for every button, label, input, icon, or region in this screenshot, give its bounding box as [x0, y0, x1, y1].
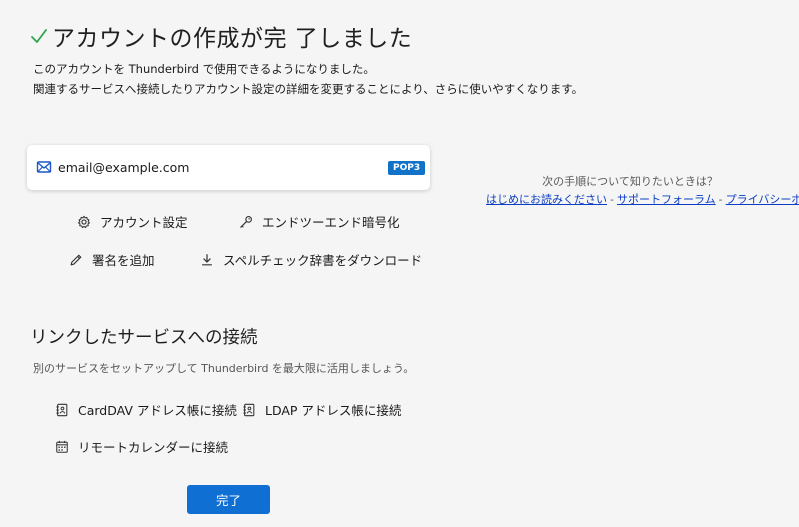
connect-ldap-button[interactable]: LDAP アドレス帳に接続 [242, 400, 401, 419]
help-links: はじめにお読みください-サポートフォーラム-プライバシーポリシー [486, 191, 799, 207]
linked-services-description: 別のサービスをセットアップして Thunderbird を最大限に活用しましょう… [33, 362, 415, 375]
account-settings-button[interactable]: アカウント設定 [77, 212, 188, 231]
help-question: 次の手順について知りたいときは？ [542, 175, 718, 188]
account-settings-label: アカウント設定 [100, 215, 188, 230]
subtitle-line-2: 関連するサービスへ接続したりアカウント設定の詳細を変更することにより、さらに使い… [33, 82, 584, 96]
connect-carddav-button[interactable]: CardDAV アドレス帳に接続 [55, 400, 237, 419]
page-header: アカウントの作成が完 了しました [30, 19, 412, 53]
connect-ldap-label: LDAP アドレス帳に接続 [265, 403, 402, 418]
done-button[interactable]: 完了 [187, 485, 270, 514]
add-signature-button[interactable]: 署名を追加 [69, 250, 155, 269]
support-forum-link[interactable]: サポートフォーラム [617, 193, 716, 206]
download-dictionary-label: スペルチェック辞書をダウンロード [223, 253, 423, 268]
download-dictionary-button[interactable]: スペルチェック辞書をダウンロード [200, 250, 422, 269]
linked-services-heading: リンクしたサービスへの接続 [30, 328, 258, 348]
address-book-icon [56, 403, 68, 416]
getting-started-link[interactable]: はじめにお読みください [486, 193, 607, 206]
account-email: email@example.com [58, 160, 190, 175]
e2e-encryption-label: エンドツーエンド暗号化 [262, 215, 400, 230]
link-separator: - [610, 193, 614, 206]
add-signature-label: 署名を追加 [92, 253, 155, 268]
connect-carddav-label: CardDAV アドレス帳に接続 [78, 403, 237, 418]
mail-icon [36, 161, 52, 173]
calendar-icon [56, 440, 68, 453]
e2e-encryption-button[interactable]: エンドツーエンド暗号化 [239, 212, 400, 231]
page-title: アカウントの作成が完 了しました [52, 26, 413, 52]
gear-icon [77, 215, 91, 228]
privacy-policy-link[interactable]: プライバシーポリシー [726, 193, 799, 206]
account-card: email@example.com POP3 [27, 145, 430, 190]
pencil-icon [70, 254, 82, 265]
address-book-icon [243, 403, 255, 416]
checkmark-icon [31, 29, 47, 43]
download-icon [202, 253, 212, 265]
link-separator: - [718, 193, 723, 206]
connect-calendar-label: リモートカレンダーに接続 [78, 440, 229, 455]
connect-calendar-button[interactable]: リモートカレンダーに接続 [55, 437, 228, 456]
key-icon [240, 215, 252, 228]
protocol-badge: POP3 [388, 161, 426, 175]
subtitle-line-1: このアカウントを Thunderbird で使用できるようになりました。 [33, 62, 375, 76]
